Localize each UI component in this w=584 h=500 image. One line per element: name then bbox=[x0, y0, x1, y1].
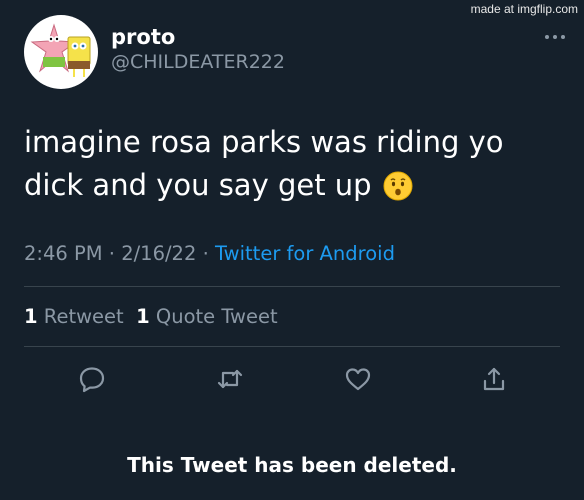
retweets-stat[interactable]: 1 Retweet bbox=[24, 305, 124, 328]
display-name[interactable]: proto bbox=[111, 24, 285, 50]
quotes-count: 1 bbox=[136, 305, 150, 328]
tweet-body: imagine rosa parks was riding yo dick an… bbox=[24, 121, 560, 213]
reply-icon[interactable] bbox=[78, 365, 106, 393]
quotes-label: Quote Tweet bbox=[155, 305, 278, 328]
hushed-face-emoji bbox=[383, 170, 413, 213]
share-icon[interactable] bbox=[480, 365, 508, 393]
retweets-label: Retweet bbox=[43, 305, 124, 328]
more-dots-icon[interactable] bbox=[544, 30, 566, 40]
avatar[interactable] bbox=[24, 15, 98, 89]
tweet-header: proto @CHILDEATER222 bbox=[24, 14, 285, 90]
like-icon[interactable] bbox=[344, 365, 372, 393]
tweet-deleted-notice: This Tweet has been deleted. bbox=[127, 453, 457, 477]
imgflip-watermark: made at imgflip.com bbox=[470, 2, 578, 16]
tweet-date[interactable]: 2/16/22 bbox=[121, 242, 196, 265]
divider bbox=[24, 346, 560, 347]
tweet-text: imagine rosa parks was riding yo dick an… bbox=[24, 125, 504, 202]
retweet-icon[interactable] bbox=[216, 365, 244, 393]
tweet-time[interactable]: 2:46 PM bbox=[24, 242, 103, 265]
action-bar bbox=[0, 365, 584, 395]
tweet-meta: 2:46 PM · 2/16/22 · Twitter for Android bbox=[24, 242, 395, 265]
retweets-count: 1 bbox=[24, 305, 38, 328]
user-handle[interactable]: @CHILDEATER222 bbox=[111, 50, 285, 74]
divider bbox=[24, 286, 560, 287]
engagement-stats: 1 Retweet 1 Quote Tweet bbox=[24, 305, 278, 328]
tweet-source[interactable]: Twitter for Android bbox=[215, 242, 395, 265]
quotes-stat[interactable]: 1 Quote Tweet bbox=[136, 305, 278, 328]
